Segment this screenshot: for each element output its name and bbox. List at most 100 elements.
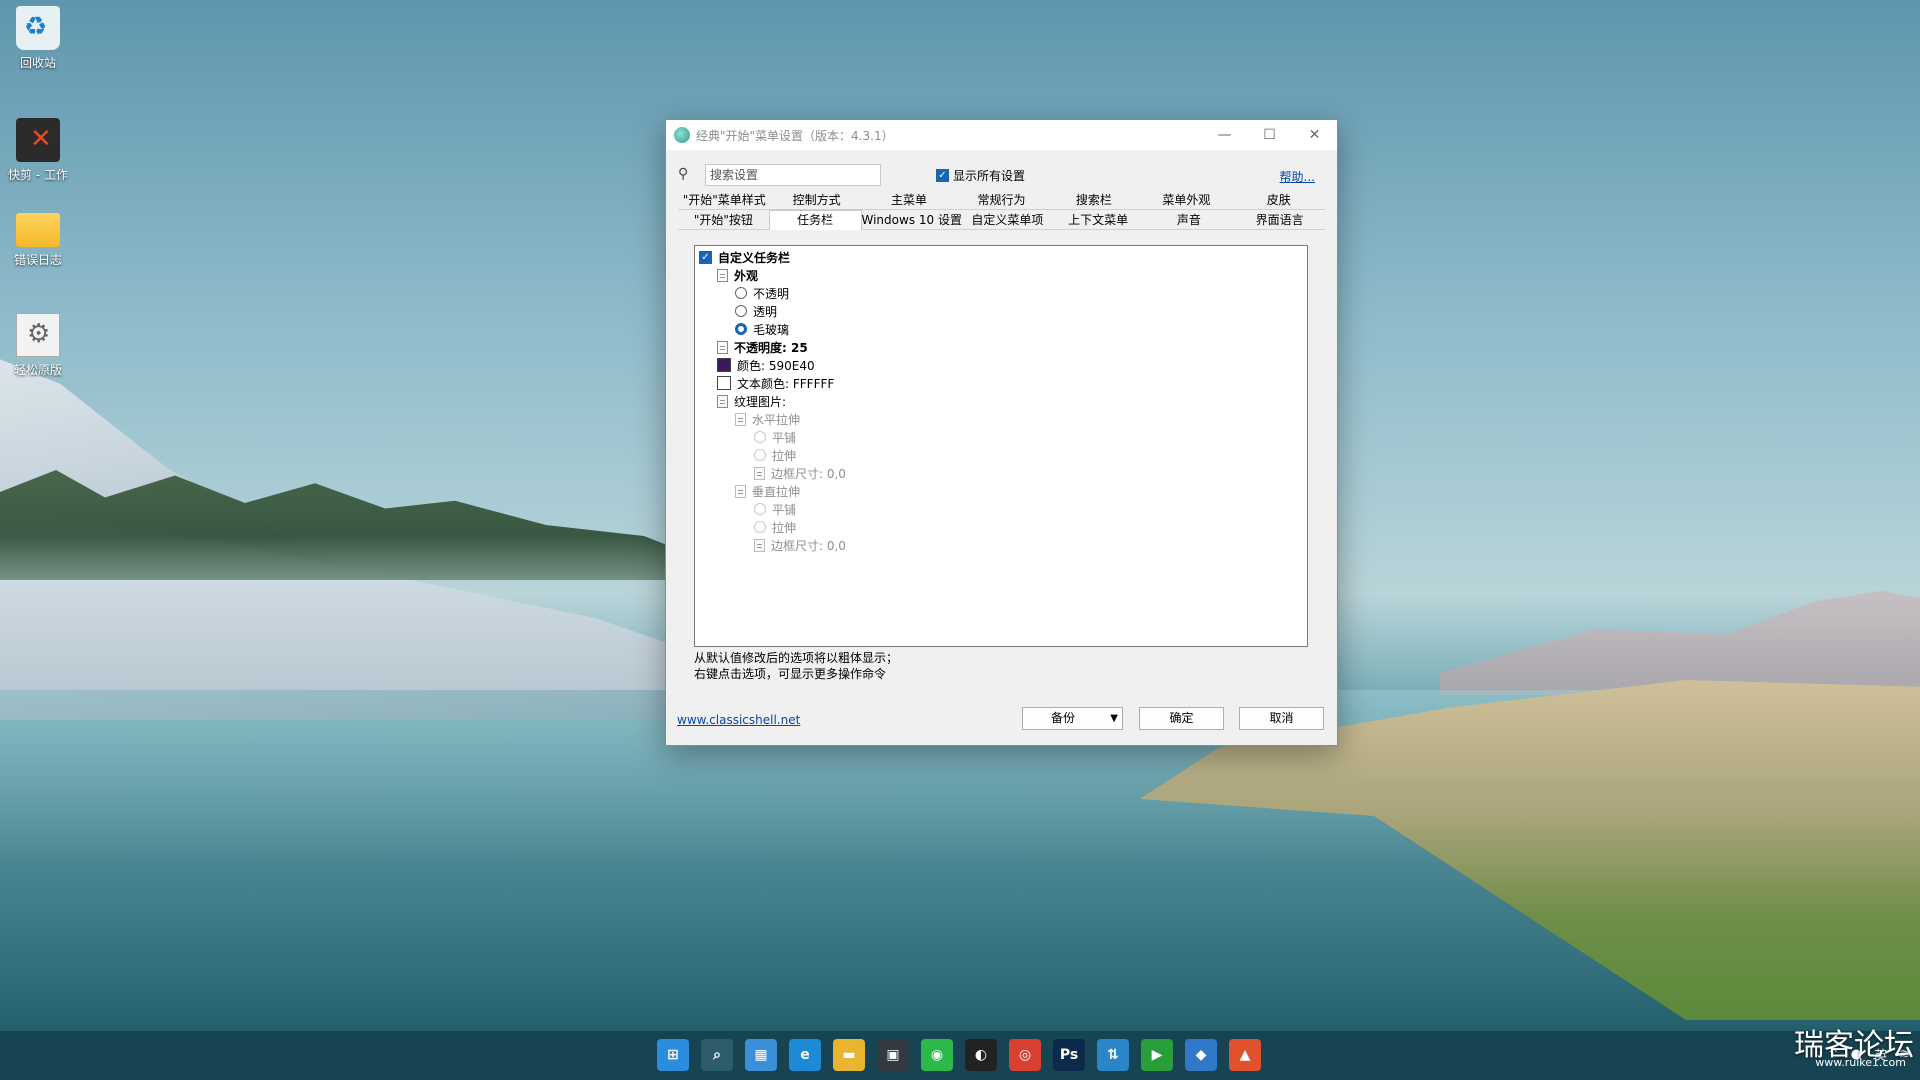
document-icon — [754, 466, 765, 480]
radio-on-icon — [735, 323, 747, 335]
document-icon — [735, 484, 746, 498]
tab-menu-look[interactable]: 菜单外观 — [1140, 190, 1233, 210]
widgets-icon[interactable]: ▦ — [745, 1039, 777, 1071]
radio-opaque[interactable]: 不透明 — [699, 284, 1303, 302]
tree-item-text-color[interactable]: 文本颜色: FFFFFF — [699, 374, 1303, 392]
tab-search-box[interactable]: 搜索栏 — [1047, 190, 1141, 210]
tree-item-label: 垂直拉伸 — [752, 484, 801, 499]
search-row: ⚲ ✓ 显示所有设置 帮助... — [666, 164, 1337, 188]
store-icon[interactable]: ▣ — [877, 1039, 909, 1071]
file-explorer-icon[interactable]: ▬ — [833, 1039, 865, 1071]
color-swatch — [717, 358, 731, 372]
document-icon — [717, 340, 728, 354]
minimize-button[interactable]: — — [1202, 120, 1247, 150]
tree-item-opacity[interactable]: 不透明度: 25 — [699, 338, 1303, 356]
tab-customize-menu[interactable]: 自定义菜单项 — [961, 210, 1053, 230]
document-icon — [717, 268, 728, 282]
settings-tree: ✓ 自定义任务栏 外观 不透明 透明 毛玻璃 不透明度: 25 颜色: 590E… — [694, 245, 1308, 647]
radio-h-tile[interactable]: 平铺 — [699, 428, 1303, 446]
tab-start-menu-style[interactable]: "开始"菜单样式 — [678, 190, 771, 210]
tab-language[interactable]: 界面语言 — [1234, 210, 1325, 230]
wechat-icon[interactable]: ◉ — [921, 1039, 953, 1071]
search-icon: ⚲ — [678, 166, 689, 182]
tree-item-label: 纹理图片: — [734, 394, 787, 409]
desktop-icon-label: 轻松原版 — [13, 363, 62, 377]
radio-off-icon — [754, 503, 766, 515]
tab-context-menu[interactable]: 上下文菜单 — [1052, 210, 1144, 230]
radio-off-icon — [754, 521, 766, 533]
tree-item-label: 水平拉伸 — [752, 412, 801, 427]
tree-item-customize-taskbar[interactable]: ✓ 自定义任务栏 — [699, 248, 1303, 266]
presentation-app-icon[interactable]: ▲ — [1229, 1039, 1261, 1071]
tree-item-h-border[interactable]: 边框尺寸: 0,0 — [699, 464, 1303, 482]
close-button[interactable]: ✕ — [1292, 120, 1337, 150]
desktop-icon-recycle-bin[interactable]: 回收站 — [4, 6, 72, 71]
backup-dropdown-button[interactable]: 备份 ▼ — [1022, 707, 1123, 730]
tab-skin[interactable]: 皮肤 — [1232, 190, 1325, 210]
tree-item-label: 透明 — [753, 304, 778, 319]
hint-text: 从默认值修改后的选项将以粗体显示； 右键点击选项，可显示更多操作命令 — [694, 650, 898, 682]
folder-icon — [16, 213, 60, 247]
chrome-icon[interactable]: ◎ — [1009, 1039, 1041, 1071]
desktop-icon-quick-cut[interactable]: 快剪 - 工作 — [4, 118, 72, 183]
tab-general-behavior[interactable]: 常规行为 — [955, 190, 1048, 210]
checkbox-checked-icon: ✓ — [936, 169, 949, 182]
tree-item-label: 拉伸 — [772, 448, 797, 463]
settings-dialog: 经典"开始"菜单设置（版本：4.3.1） — ☐ ✕ ⚲ ✓ 显示所有设置 帮助… — [665, 119, 1338, 746]
classic-shell-icon — [674, 127, 690, 143]
cancel-button[interactable]: 取消 — [1239, 707, 1324, 730]
qq-icon[interactable]: ◐ — [965, 1039, 997, 1071]
radio-off-icon — [735, 287, 747, 299]
wallpaper-far-hill — [1440, 590, 1920, 695]
desktop-icon-easy-original[interactable]: 轻松原版 — [4, 313, 72, 378]
document-icon — [735, 412, 746, 426]
search-icon[interactable]: ⌕ — [701, 1039, 733, 1071]
tree-item-label: 平铺 — [772, 430, 797, 445]
watermark-url: www.ruike1.com — [1815, 1056, 1906, 1069]
radio-off-icon — [754, 431, 766, 443]
tree-item-color[interactable]: 颜色: 590E40 — [699, 356, 1303, 374]
recycle-bin-icon — [16, 6, 60, 50]
photoshop-icon[interactable]: Ps — [1053, 1039, 1085, 1071]
tab-main-menu[interactable]: 主菜单 — [862, 190, 956, 210]
tree-item-texture[interactable]: 纹理图片: — [699, 392, 1303, 410]
tree-item-label: 平铺 — [772, 502, 797, 517]
taskbar-apps: ⊞ ⌕ ▦ e ▬ ▣ ◉ ◐ ◎ Ps ⇅ ▶ ◆ ▲ — [657, 1039, 1261, 1071]
radio-transparent[interactable]: 透明 — [699, 302, 1303, 320]
network-app-icon[interactable]: ◆ — [1185, 1039, 1217, 1071]
show-all-settings-checkbox[interactable]: ✓ 显示所有设置 — [936, 167, 1025, 184]
tree-item-v-border[interactable]: 边框尺寸: 0,0 — [699, 536, 1303, 554]
hint-line: 右键点击选项，可显示更多操作命令 — [694, 667, 887, 681]
window-title: 经典"开始"菜单设置（版本：4.3.1） — [696, 128, 894, 143]
maximize-button[interactable]: ☐ — [1247, 120, 1292, 150]
tab-row-2: "开始"按钮 任务栏 Windows 10 设置 自定义菜单项 上下文菜单 声音… — [678, 210, 1325, 230]
show-all-settings-label: 显示所有设置 — [953, 169, 1026, 183]
search-input[interactable] — [705, 164, 881, 186]
help-link[interactable]: 帮助... — [1280, 168, 1315, 185]
media-player-icon[interactable]: ▶ — [1141, 1039, 1173, 1071]
tree-item-horizontal-stretch[interactable]: 水平拉伸 — [699, 410, 1303, 428]
tab-sounds[interactable]: 声音 — [1143, 210, 1235, 230]
tree-item-vertical-stretch[interactable]: 垂直拉伸 — [699, 482, 1303, 500]
ok-button[interactable]: 确定 — [1139, 707, 1224, 730]
tree-item-label: 边框尺寸: 0,0 — [771, 538, 846, 553]
radio-v-tile[interactable]: 平铺 — [699, 500, 1303, 518]
hint-line: 从默认值修改后的选项将以粗体显示； — [694, 651, 899, 665]
tab-windows10-settings[interactable]: Windows 10 设置 — [861, 210, 962, 230]
website-link[interactable]: www.classicshell.net — [677, 713, 800, 727]
sync-app-icon[interactable]: ⇅ — [1097, 1039, 1129, 1071]
radio-h-stretch[interactable]: 拉伸 — [699, 446, 1303, 464]
title-bar[interactable]: 经典"开始"菜单设置（版本：4.3.1） — ☐ ✕ — [666, 120, 1337, 150]
tab-controls[interactable]: 控制方式 — [770, 190, 863, 210]
settings-app-icon — [16, 313, 60, 357]
desktop-icon-error-log[interactable]: 错误日志 — [4, 207, 72, 268]
tree-item-appearance[interactable]: 外观 — [699, 266, 1303, 284]
tree-item-label: 颜色: 590E40 — [737, 358, 815, 373]
tab-taskbar[interactable]: 任务栏 — [768, 210, 862, 230]
tab-start-button[interactable]: "开始"按钮 — [678, 210, 769, 230]
radio-glass[interactable]: 毛玻璃 — [699, 320, 1303, 338]
radio-v-stretch[interactable]: 拉伸 — [699, 518, 1303, 536]
start-icon[interactable]: ⊞ — [657, 1039, 689, 1071]
edge-icon[interactable]: e — [789, 1039, 821, 1071]
tree-item-label: 边框尺寸: 0,0 — [771, 466, 846, 481]
